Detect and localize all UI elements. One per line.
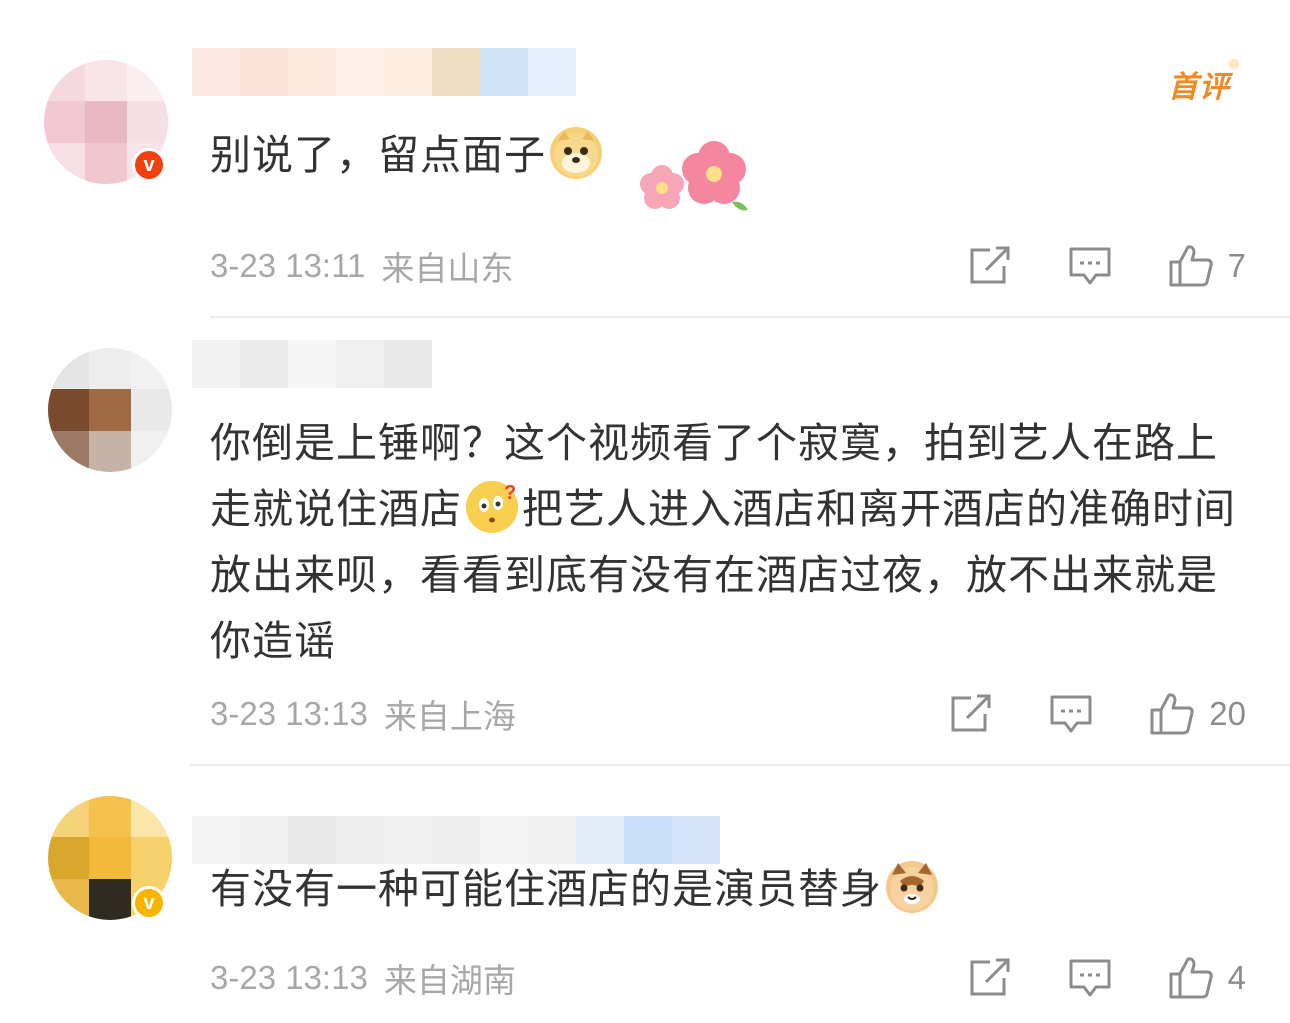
- share-icon: [970, 958, 1010, 996]
- like-button[interactable]: 7: [1168, 244, 1246, 288]
- comment-icon: [1050, 695, 1092, 733]
- svg-text:?: ?: [504, 482, 517, 504]
- comment-button[interactable]: [1068, 958, 1112, 998]
- like-count: 7: [1227, 247, 1246, 284]
- comment-meta: 3-23 13:11 来自山东 7: [210, 244, 1246, 288]
- comment-location: 来自上海: [383, 698, 516, 735]
- comment-time: 3-23 13:13: [210, 959, 368, 996]
- comment-1: v 首评 别说了，留点面子 3-23 13:11 来自山东 7: [0, 0, 1290, 318]
- comment-actions: 7: [968, 244, 1246, 288]
- comment-location: 来自湖南: [383, 962, 516, 999]
- flower-decoration-icon: [640, 141, 748, 211]
- comment-actions: 4: [968, 956, 1246, 1000]
- comment-time: 3-23 13:11: [210, 247, 366, 284]
- share-button[interactable]: [968, 958, 1012, 998]
- comment-text-part: 有没有一种可能住酒店的是演员替身: [210, 865, 882, 913]
- comment-text: 有没有一种可能住酒店的是演员替身: [210, 856, 1250, 922]
- comment-meta: 3-23 13:13 来自湖南 4: [210, 956, 1246, 1000]
- like-icon: [1150, 693, 1194, 735]
- username[interactable]: [192, 48, 576, 96]
- like-icon: [1169, 245, 1213, 287]
- comment-location: 来自山东: [381, 250, 514, 287]
- doge-emoji: [550, 127, 602, 179]
- like-icon: [1169, 957, 1213, 999]
- comment-actions: 20: [949, 692, 1246, 736]
- confused-question-emoji: ?: [466, 481, 518, 533]
- first-comment-badge: 首评: [1168, 54, 1244, 106]
- comment-button[interactable]: [1049, 694, 1093, 734]
- comment-icon: [1069, 247, 1111, 285]
- verified-badge-icon: v: [132, 886, 166, 920]
- comment-3: v 有没有一种可能住酒店的是演员替身 3-23 13:13 来自湖南 4: [0, 766, 1290, 1023]
- comment-button[interactable]: [1068, 246, 1112, 286]
- comment-2: 你倒是上锤啊？这个视频看了个寂寞，拍到艺人在路上走就说住酒店 ? 把艺人进入酒店…: [0, 318, 1290, 766]
- avatar[interactable]: [48, 348, 172, 472]
- like-count: 20: [1209, 695, 1246, 732]
- like-count: 4: [1227, 959, 1246, 996]
- share-button[interactable]: [968, 246, 1012, 286]
- verified-badge-icon: v: [132, 148, 166, 182]
- comment-time: 3-23 13:13: [210, 695, 368, 732]
- share-icon: [970, 246, 1010, 284]
- share-icon: [951, 694, 991, 732]
- like-button[interactable]: 4: [1168, 956, 1246, 1000]
- cat-emoji: [886, 861, 938, 913]
- comment-text: 你倒是上锤啊？这个视频看了个寂寞，拍到艺人在路上走就说住酒店 ? 把艺人进入酒店…: [210, 410, 1250, 674]
- comment-text-part: 别说了，留点面子: [210, 131, 546, 179]
- username[interactable]: [192, 340, 432, 388]
- share-button[interactable]: [949, 694, 993, 734]
- like-button[interactable]: 20: [1149, 692, 1246, 736]
- comment-meta: 3-23 13:13 来自上海 20: [210, 692, 1246, 736]
- comment-icon: [1069, 959, 1111, 997]
